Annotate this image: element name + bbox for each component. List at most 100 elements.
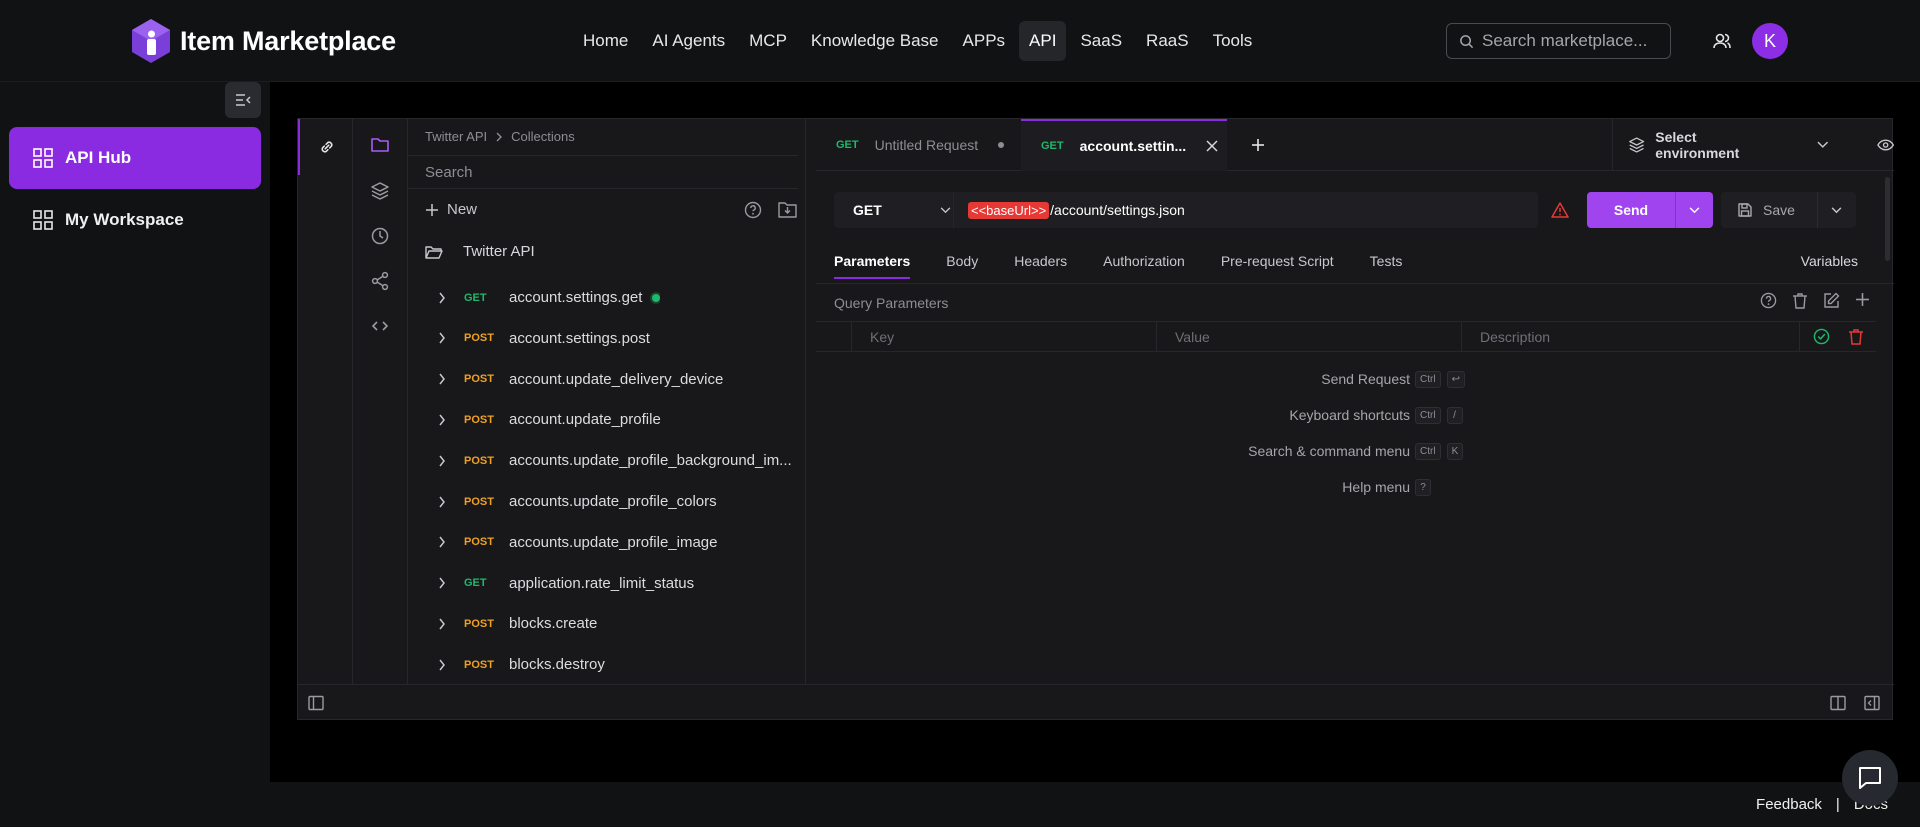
marketplace-search[interactable] <box>1446 23 1671 59</box>
panel-collapse-icon[interactable] <box>1864 695 1880 711</box>
shortcut-send-request: Send Request Ctrl ↩ <box>816 369 1894 389</box>
code-icon[interactable] <box>370 316 390 336</box>
help-icon[interactable] <box>1760 292 1777 309</box>
edit-icon[interactable] <box>1823 292 1840 309</box>
tab-authorization[interactable]: Authorization <box>1103 253 1185 279</box>
history-icon[interactable] <box>370 226 390 246</box>
import-icon[interactable] <box>778 201 797 218</box>
chevron-right-icon[interactable] <box>438 373 446 385</box>
nav-home[interactable]: Home <box>573 21 638 61</box>
send-options-button[interactable] <box>1675 192 1713 228</box>
link-icon[interactable] <box>298 119 353 175</box>
request-item[interactable]: POST accounts.update_profile_colors <box>408 481 798 522</box>
chevron-right-icon[interactable] <box>438 455 446 467</box>
url-input[interactable]: <<baseUrl>> /account/settings.json <box>954 201 1185 219</box>
folder-icon[interactable] <box>370 136 390 154</box>
new-tab-button[interactable] <box>1245 119 1275 171</box>
base-url-variable[interactable]: <<baseUrl>> <box>968 201 1050 219</box>
layers-icon[interactable] <box>370 181 390 201</box>
request-item[interactable]: POST blocks.create <box>408 603 798 644</box>
tab-body[interactable]: Body <box>946 253 978 279</box>
tab-pre-request-script[interactable]: Pre-request Script <box>1221 253 1334 279</box>
share-icon[interactable] <box>370 271 390 291</box>
nav-apps[interactable]: APPs <box>953 21 1016 61</box>
sidebar-item-my-workspace[interactable]: My Workspace <box>9 189 261 251</box>
save-button[interactable]: Save <box>1721 192 1856 228</box>
request-item[interactable]: POST blocks.destroy <box>408 644 798 684</box>
tab-headers[interactable]: Headers <box>1014 253 1067 279</box>
row-checkbox-column <box>816 322 852 351</box>
method-select[interactable]: GET <box>834 192 954 228</box>
nav-ai-agents[interactable]: AI Agents <box>642 21 735 61</box>
breadcrumb-item[interactable]: Collections <box>511 129 575 144</box>
main-nav: Home AI Agents MCP Knowledge Base APPs A… <box>573 21 1262 61</box>
chat-button[interactable] <box>1842 750 1898 806</box>
chevron-right-icon[interactable] <box>438 659 446 671</box>
sidebar-collapse-button[interactable] <box>225 82 261 118</box>
tab-account-settings[interactable]: GET account.settin... <box>1021 119 1227 171</box>
save-options-button[interactable] <box>1817 192 1855 228</box>
chevron-right-icon[interactable] <box>438 414 446 426</box>
editor-scrollbar[interactable] <box>1885 177 1890 261</box>
trash-icon[interactable] <box>1792 292 1808 309</box>
request-name: application.rate_limit_status <box>509 574 695 592</box>
trash-icon[interactable] <box>1848 328 1864 345</box>
nav-api[interactable]: API <box>1019 21 1067 61</box>
request-item[interactable]: POST accounts.update_profile_image <box>408 522 798 563</box>
search-input[interactable] <box>1482 31 1662 51</box>
tree-search[interactable] <box>408 155 798 189</box>
tab-tests[interactable]: Tests <box>1370 253 1403 279</box>
chevron-down-icon <box>1831 206 1842 213</box>
request-item[interactable]: POST account.settings.post <box>408 318 798 359</box>
environment-selector[interactable]: Select environment <box>1612 119 1894 171</box>
value-input[interactable]: Value <box>1157 322 1462 352</box>
description-input[interactable]: Description <box>1462 322 1800 352</box>
chevron-right-icon[interactable] <box>438 618 446 630</box>
split-view-icon[interactable] <box>1830 695 1846 711</box>
key-input[interactable]: Key <box>852 322 1157 352</box>
request-method: POST <box>464 413 494 426</box>
chevron-right-icon[interactable] <box>438 536 446 548</box>
nav-knowledge-base[interactable]: Knowledge Base <box>801 21 949 61</box>
request-method: GET <box>464 291 487 304</box>
tree-search-input[interactable] <box>425 163 725 181</box>
client-tool-rail <box>353 119 408 684</box>
tab-label: Untitled Request <box>874 137 979 153</box>
request-item[interactable]: GET application.rate_limit_status <box>408 563 798 604</box>
request-item[interactable]: POST account.update_profile <box>408 399 798 440</box>
eye-icon[interactable] <box>1876 139 1894 151</box>
request-tabs: GET Untitled Request GET account.settin.… <box>816 119 1894 171</box>
tab-parameters[interactable]: Parameters <box>834 253 911 279</box>
chevron-right-icon[interactable] <box>438 332 446 344</box>
check-circle-icon[interactable] <box>1813 328 1830 345</box>
brand-name: Item Marketplace <box>180 25 396 56</box>
breadcrumb-item[interactable]: Twitter API <box>425 129 487 144</box>
request-item[interactable]: GET account.settings.get <box>408 277 798 318</box>
chevron-right-icon[interactable] <box>438 292 446 304</box>
sidebar-item-api-hub[interactable]: API Hub <box>9 127 261 189</box>
feedback-link[interactable]: Feedback <box>1756 796 1822 813</box>
request-item[interactable]: POST account.update_delivery_device <box>408 359 798 400</box>
avatar[interactable]: K <box>1752 23 1788 59</box>
brand[interactable]: Item Marketplace <box>130 18 396 64</box>
sidebar-toggle-icon[interactable] <box>308 695 324 711</box>
variables-link[interactable]: Variables <box>1801 253 1858 269</box>
chevron-right-icon[interactable] <box>438 577 446 589</box>
send-button[interactable]: Send <box>1587 192 1713 228</box>
chevron-right-icon[interactable] <box>438 496 446 508</box>
close-icon[interactable] <box>1206 140 1218 152</box>
request-item[interactable]: POST accounts.update_profile_background_i… <box>408 440 798 481</box>
nav-mcp[interactable]: MCP <box>739 21 797 61</box>
nav-raas[interactable]: RaaS <box>1136 21 1199 61</box>
collection-folder[interactable]: Twitter API <box>425 243 535 260</box>
new-label: New <box>447 201 478 218</box>
new-button[interactable]: New <box>425 201 477 218</box>
plus-icon[interactable] <box>1855 292 1870 307</box>
help-icon[interactable] <box>744 201 762 219</box>
nav-tools[interactable]: Tools <box>1203 21 1263 61</box>
nav-saas[interactable]: SaaS <box>1070 21 1132 61</box>
users-icon[interactable] <box>1712 31 1732 51</box>
request-method: POST <box>464 536 494 549</box>
tab-untitled-request[interactable]: GET Untitled Request <box>816 119 1021 171</box>
collapse-icon <box>236 94 251 106</box>
